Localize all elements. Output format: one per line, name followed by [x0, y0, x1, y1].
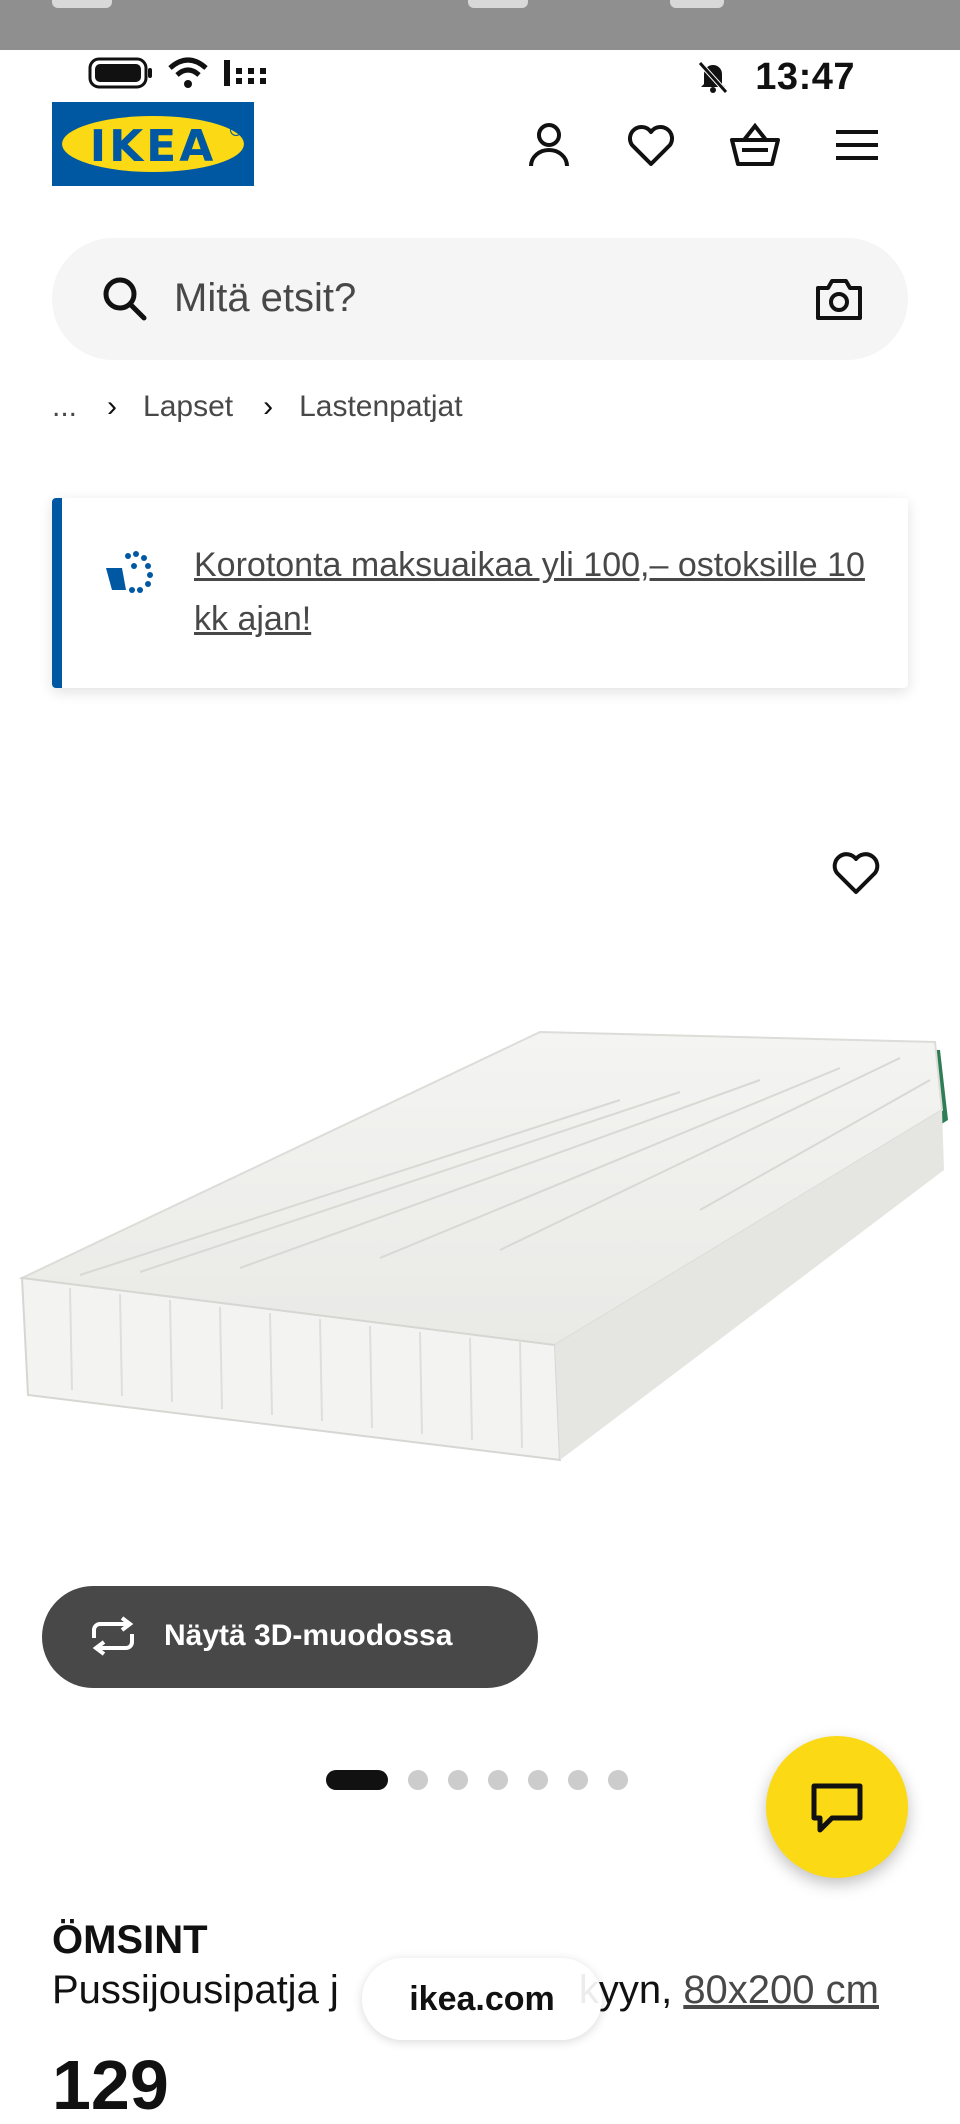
breadcrumb-item-lastenpatjat[interactable]: Lastenpatjat: [299, 390, 462, 424]
view-3d-label: Näytä 3D-muodossa: [164, 1619, 453, 1652]
chat-button[interactable]: [766, 1736, 908, 1878]
breadcrumb-item-lapset[interactable]: Lapset: [143, 390, 233, 424]
user-icon[interactable]: [522, 118, 576, 172]
status-time: 13:47: [755, 56, 855, 98]
menu-icon[interactable]: [830, 118, 884, 172]
browser-url-pill[interactable]: ikea.com: [362, 1958, 602, 2040]
promo-banner: Korotonta maksuaikaa yli 100,– ostoksill…: [52, 498, 908, 688]
product-price: 129: [52, 2046, 169, 2124]
top-bar-shape: [52, 0, 112, 8]
carousel-dot[interactable]: [326, 1770, 388, 1790]
chat-icon: [811, 1783, 863, 1833]
carousel-dot[interactable]: [528, 1770, 548, 1790]
product-name: ÖMSINT: [52, 1918, 208, 1962]
carousel-indicator[interactable]: [326, 1770, 628, 1790]
breadcrumb: ... › Lapset › Lastenpatjat: [52, 390, 463, 424]
product-image: [18, 1030, 948, 1462]
carousel-dot[interactable]: [408, 1770, 428, 1790]
carousel-dot[interactable]: [568, 1770, 588, 1790]
payment-basket-icon: [106, 551, 153, 593]
battery-icon: [88, 57, 152, 89]
basket-icon[interactable]: [728, 118, 782, 172]
heart-icon[interactable]: [624, 118, 678, 172]
view-3d-button[interactable]: Näytä 3D-muodossa: [42, 1586, 538, 1688]
promo-link[interactable]: Korotonta maksuaikaa yli 100,– ostoksill…: [194, 538, 894, 646]
wifi-icon: [168, 57, 208, 88]
ikea-logo[interactable]: IKEA R: [52, 102, 254, 186]
bell-muted-icon: [698, 61, 728, 94]
logo-registered-mark: R: [230, 124, 242, 136]
camera-icon[interactable]: [814, 276, 864, 322]
carousel-dot[interactable]: [608, 1770, 628, 1790]
product-gallery[interactable]: [0, 720, 960, 1590]
status-icons: [88, 56, 270, 90]
chevron-right-icon: ›: [107, 390, 118, 423]
rotate-3d-icon: [92, 1616, 134, 1656]
logo-text: IKEA: [89, 121, 217, 172]
carousel-dot[interactable]: [448, 1770, 468, 1790]
signal-icon: [224, 60, 266, 86]
search-input[interactable]: Mitä etsit?: [174, 276, 356, 321]
search-bar[interactable]: Mitä etsit?: [52, 238, 908, 360]
site-header: IKEA R: [0, 100, 960, 190]
breadcrumb-ellipsis[interactable]: ...: [52, 390, 77, 424]
status-bar: 13:47: [0, 50, 960, 100]
product-size-link[interactable]: 80x200 cm: [683, 1968, 879, 2012]
carousel-dot[interactable]: [488, 1770, 508, 1790]
chevron-right-icon: ›: [263, 390, 274, 423]
heart-icon[interactable]: [830, 848, 882, 896]
top-bar-shape: [670, 0, 724, 8]
top-bar-shape: [468, 0, 528, 8]
search-icon: [103, 277, 147, 321]
os-top-bar: [0, 0, 960, 50]
product-description-start: Pussijousipatja j: [52, 1968, 339, 2012]
